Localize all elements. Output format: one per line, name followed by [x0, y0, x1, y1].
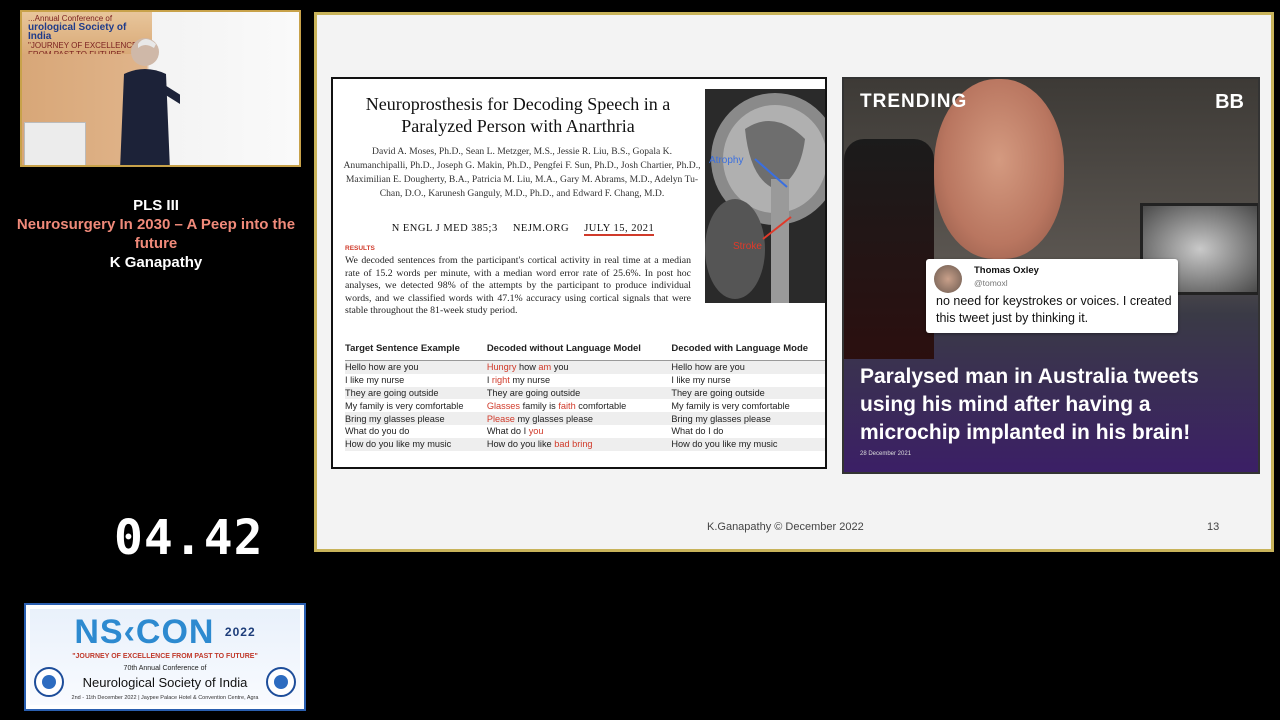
paper-authors: David A. Moses, Ph.D., Sean L. Metzger, … — [343, 146, 701, 199]
table-row: Hello how are you Hungry how am you Hello … — [345, 360, 825, 374]
table-row: Bring my glasses please Please my glasses… — [345, 412, 825, 425]
conference-annual: 70th Annual Conference of — [123, 665, 207, 672]
speaker-figure — [120, 38, 180, 165]
table-cell: Bring my glasses please — [671, 412, 825, 425]
tweet-text: no need for keystrokes or voices. I crea… — [936, 294, 1172, 325]
paper-title: Neuroprosthesis for Decoding Speech in a… — [365, 94, 671, 136]
atrophy-label: Atrophy — [709, 155, 744, 166]
table-cell: My family is very comfortable — [345, 400, 464, 411]
countdown-timer: 04.42 — [114, 510, 264, 566]
tweet-author-handle: @tomoxl — [974, 278, 1008, 288]
right-seal-icon — [266, 667, 296, 697]
table-cell: They are going outside — [671, 386, 825, 400]
table-cell: Hello how are you — [345, 360, 487, 374]
conference-society: Neurological Society of India — [82, 675, 248, 690]
speaker-video: ...Annual Conference of urological Socie… — [20, 10, 301, 167]
table-row: They are going outside They are going out… — [345, 386, 825, 400]
table-cell: They are going outside — [345, 386, 487, 400]
tweet-avatar — [934, 265, 962, 293]
slide-page-number: 13 — [1207, 521, 1220, 533]
trending-brand: TRENDING — [860, 91, 968, 112]
table-cell: My family is very comfortable — [671, 400, 790, 411]
table-row: How do you like my music How do you like … — [345, 437, 825, 451]
bb-logo: BB — [1215, 91, 1244, 113]
tweet-card: Thomas Oxley @tomoxl no need for keystro… — [926, 259, 1178, 333]
table-cell: They are going outside — [486, 386, 672, 400]
slide-footer: K.Ganapathy © December 2022 — [707, 521, 864, 533]
paper-citation: N ENGL J MED 385;3 NEJM.ORG JULY 15, 202… — [353, 223, 693, 236]
journal-name: N ENGL J MED 385;3 — [391, 223, 498, 234]
table-body: Hello how are you Hungry how am you Hello … — [345, 360, 825, 451]
table-header-cell: Decoded with Language Mode — [671, 343, 825, 361]
table-cell: Bring my glasses please — [345, 412, 487, 425]
table-cell: Hello how are you — [671, 360, 825, 374]
tweet-author-name: Thomas Oxley — [974, 265, 1039, 276]
stroke-label: Stroke — [733, 241, 762, 252]
table-cell: How do you like my music — [345, 437, 487, 451]
decoding-results-table: Target Sentence Example Decoded without L… — [345, 343, 825, 451]
table-cell: What do I do — [671, 426, 724, 437]
news-image: TRENDING BB Thomas Oxley @tomoxl no need… — [842, 77, 1260, 474]
mri-brain-drawing — [705, 93, 825, 303]
results-label: RESULTS — [345, 245, 375, 252]
journal-paper-excerpt: Neuroprosthesis for Decoding Speech in a… — [331, 77, 827, 469]
session-title: Neurosurgery In 2030 – A Peep into the f… — [16, 216, 296, 252]
left-seal-icon — [34, 667, 64, 697]
gaming-chair — [844, 139, 934, 359]
table-header-row: Target Sentence Example Decoded without L… — [345, 343, 825, 361]
table-cell: I right my nurse — [486, 375, 551, 386]
presentation-slide: Neuroprosthesis for Decoding Speech in a… — [314, 12, 1274, 552]
news-headline: Paralysed man in Australia tweets using … — [860, 365, 1199, 444]
logo-year: 2022 — [224, 625, 256, 639]
results-text: We decoded sentences from the participan… — [345, 255, 691, 317]
conference-logo: NS‹CON 2022 "JOURNEY OF EXCELLENCE FROM … — [24, 603, 306, 711]
table-cell: Hungry how am you — [486, 360, 672, 374]
table-cell: What do I you — [486, 426, 544, 437]
news-date: 28 December 2021 — [860, 451, 912, 457]
mri-scan-image: Atrophy Stroke — [705, 89, 825, 303]
table-cell: I like my nurse — [345, 375, 405, 386]
speaker-name: K Ganapathy — [109, 254, 203, 271]
table-cell: I like my nurse — [671, 375, 731, 386]
podium — [24, 122, 86, 165]
table-row: I like my nurse I right my nurse I like my… — [345, 374, 825, 387]
table-cell: Please my glasses please — [486, 412, 672, 425]
table-cell: What do you do — [345, 426, 410, 437]
conference-logo-panel: NS‹CON 2022 "JOURNEY OF EXCELLENCE FROM … — [30, 609, 300, 705]
table-cell: How do you like my music — [671, 437, 825, 451]
table-header-cell: Decoded without Language Model — [486, 343, 672, 361]
table-cell: Glasses family is faith comfortable — [486, 400, 627, 411]
session-label: PLS III — [133, 197, 179, 214]
publication-date: JULY 15, 2021 — [584, 223, 655, 236]
journal-site: NEJM.ORG — [512, 223, 570, 234]
session-info: PLS III Neurosurgery In 2030 – A Peep in… — [0, 196, 312, 272]
nsicon-wordmark: NS‹CON 2022 — [30, 615, 300, 649]
table-cell: How do you like bad bring — [486, 437, 672, 451]
table-header-cell: Target Sentence Example — [345, 343, 487, 361]
table-row: My family is very comfortable Glasses fam… — [345, 399, 825, 412]
conference-venue: 2nd - 11th December 2022 | Jaypee Palace… — [71, 695, 259, 701]
table-row: What do you do What do I you What do I do — [345, 425, 825, 438]
conference-tagline: "JOURNEY OF EXCELLENCE FROM PAST TO FUTU… — [72, 653, 258, 660]
logo-text: NS‹CON — [74, 613, 215, 651]
